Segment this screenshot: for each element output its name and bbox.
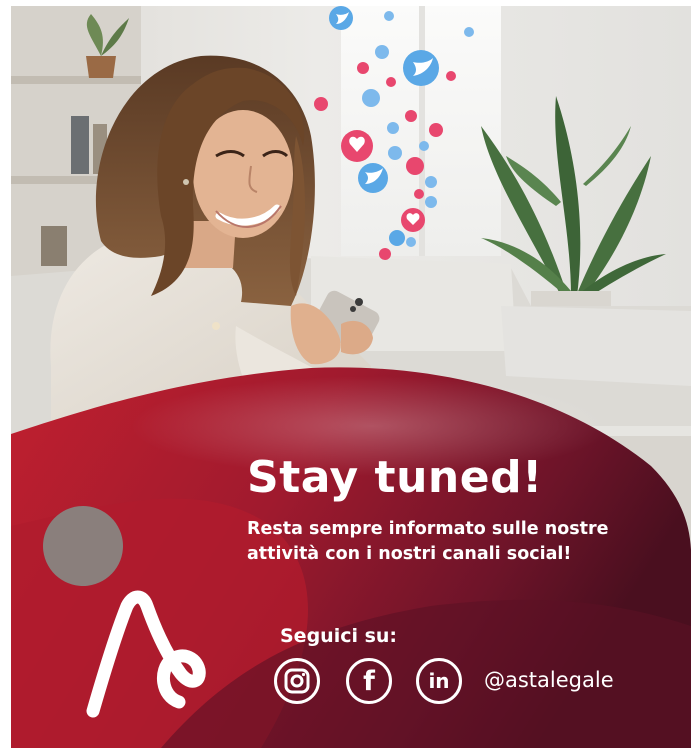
- facebook-button[interactable]: f: [346, 658, 392, 704]
- subtitle-line-2: attività con i nostri canali social!: [247, 544, 572, 564]
- facebook-icon: f: [363, 665, 375, 697]
- subtitle: Resta sempre informato sulle nostre atti…: [247, 517, 609, 567]
- social-handle[interactable]: @astalegale: [484, 668, 614, 692]
- promo-banner: Stay tuned! Resta sempre informato sulle…: [11, 6, 691, 748]
- instagram-button[interactable]: [274, 658, 320, 704]
- instagram-icon: [284, 668, 310, 694]
- headline: Stay tuned!: [247, 452, 543, 503]
- follow-us-label: Seguici su:: [280, 625, 398, 647]
- linkedin-icon: in: [428, 669, 450, 693]
- linkedin-button[interactable]: in: [416, 658, 462, 704]
- subtitle-line-1: Resta sempre informato sulle nostre: [247, 519, 609, 539]
